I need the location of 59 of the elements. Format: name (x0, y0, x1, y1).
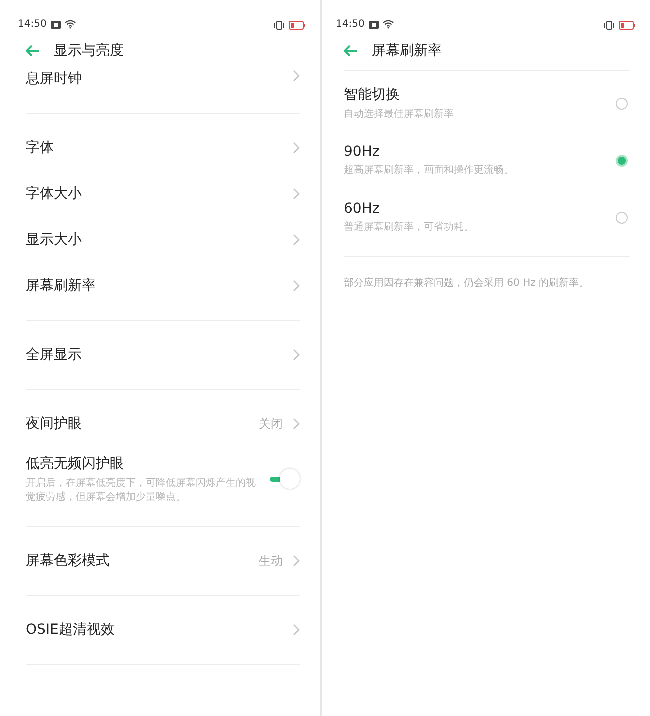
status-time: 14:50 (336, 19, 365, 30)
row-label: OSIE超清视效 (26, 621, 116, 639)
toggle-switch[interactable] (268, 469, 302, 491)
chevron-icon (293, 349, 300, 361)
option-label: 智能切换 (344, 86, 401, 104)
notification-icon (50, 20, 61, 28)
option-label: 60Hz (344, 200, 381, 216)
row-label: 低亮无频闪护眼 (26, 455, 125, 473)
row-label: 全屏显示 (26, 346, 83, 364)
row-label: 屏幕色彩模式 (26, 552, 111, 570)
settings-row[interactable]: 屏幕色彩模式 生动 (26, 538, 300, 584)
row-label: 息屏时钟 (26, 70, 83, 88)
chevron-icon (293, 418, 300, 430)
option-description: 超高屏幕刷新率，画面和操作更流畅。 (344, 164, 515, 178)
battery-icon (619, 21, 636, 30)
back-icon[interactable] (344, 45, 358, 57)
row-label: 字体 (26, 139, 55, 157)
back-icon[interactable] (26, 45, 40, 57)
page-title: 显示与亮度 (54, 42, 124, 60)
refresh-option[interactable]: 60Hz 普通屏幕刷新率，可省功耗。 (344, 189, 630, 246)
wifi-icon (64, 20, 76, 29)
settings-row[interactable]: 全屏显示 (26, 332, 300, 378)
row-value: 关闭 (259, 416, 283, 432)
chevron-icon (293, 555, 300, 567)
row-label: 字体大小 (26, 185, 83, 203)
notification-icon (368, 20, 379, 28)
option-description: 普通屏幕刷新率，可省功耗。 (344, 220, 475, 234)
settings-row[interactable]: 息屏时钟 (26, 70, 300, 102)
radio-button[interactable] (616, 154, 628, 166)
settings-row[interactable]: 显示大小 (26, 217, 300, 263)
chevron-icon (293, 70, 300, 82)
row-label: 显示大小 (26, 231, 83, 249)
chevron-icon (293, 188, 300, 200)
row-value: 生动 (259, 552, 283, 570)
row-label: 夜间护眼 (26, 415, 83, 433)
page-title: 屏幕刷新率 (372, 42, 442, 60)
option-description: 自动选择最佳屏幕刷新率 (344, 108, 455, 122)
refresh-option[interactable]: 智能切换 自动选择最佳屏幕刷新率 (344, 75, 630, 132)
row-label: 屏幕刷新率 (26, 277, 97, 295)
row-description: 开启后，在屏幕低亮度下，可降低屏幕闪烁产生的视觉疲劳感，但屏幕会增加少量噪点。 (26, 477, 257, 505)
chevron-icon (293, 142, 300, 154)
vibrate-icon (274, 21, 285, 30)
settings-row[interactable]: 字体大小 (26, 171, 300, 217)
settings-row[interactable]: 夜间护眼 关闭 (26, 401, 300, 447)
chevron-icon (293, 624, 300, 636)
radio-button[interactable] (616, 212, 628, 224)
chevron-icon (293, 234, 300, 246)
option-label: 90Hz (344, 144, 381, 160)
wifi-icon (382, 20, 394, 29)
settings-row[interactable]: 屏幕刷新率 (26, 263, 300, 309)
battery-icon (289, 21, 306, 30)
settings-row[interactable]: OSIE超清视效 (26, 607, 300, 653)
status-time: 14:50 (18, 19, 47, 30)
chevron-icon (293, 280, 300, 292)
compatibility-note: 部分应用因存在兼容问题，仍会采用 60 Hz 的刷新率。 (344, 276, 590, 290)
settings-row[interactable]: 字体 (26, 125, 300, 171)
refresh-option[interactable]: 90Hz 超高屏幕刷新率，画面和操作更流畅。 (344, 132, 630, 189)
vibrate-icon (604, 21, 615, 30)
radio-button[interactable] (616, 98, 628, 110)
